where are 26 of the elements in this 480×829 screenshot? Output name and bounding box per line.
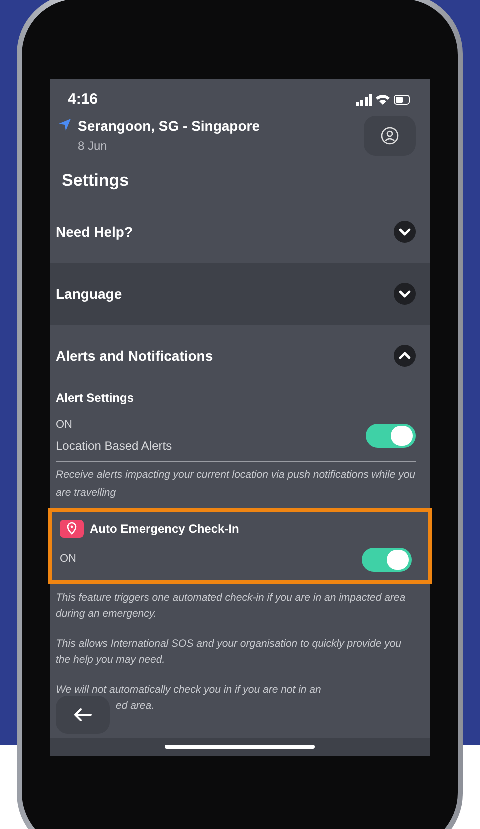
toggle-switch[interactable]: [366, 424, 416, 448]
info-paragraph: This feature triggers one automated check-in if you are in an impacted area during an emergency.: [56, 590, 407, 622]
back-button[interactable]: [56, 696, 110, 734]
chevron-down-icon: [394, 221, 416, 243]
setting-note: Receive alerts impacting your current location via push notifications while you are travelling: [56, 468, 416, 500]
back-arrow-icon: [74, 708, 92, 722]
profile-button[interactable]: [364, 116, 416, 156]
location-date: 8 Jun: [78, 138, 108, 154]
info-paragraph: This allows International SOS and your organisation to quickly provide you the help you may need.: [56, 636, 403, 668]
toggle-switch[interactable]: [362, 548, 412, 572]
setting-title: Auto Emergency Check-In: [90, 520, 240, 538]
toggle-state-text: ON: [60, 552, 76, 568]
accordion-header[interactable]: Language: [50, 263, 430, 325]
status-time: 4:16: [68, 90, 98, 110]
page-title: Settings: [61, 170, 130, 192]
location-arrow-icon: [58, 118, 72, 132]
setting-label: Location Based Alerts: [56, 438, 172, 454]
chevron-up-icon: [394, 345, 416, 367]
user-icon: [381, 126, 399, 144]
location-name: Serangoon, SG - Singapore: [78, 116, 260, 136]
chevron-down-icon: [394, 283, 416, 305]
status-icons: [356, 94, 412, 106]
info-paragraph: We will not automatically check you in if you are not in an: [56, 682, 322, 698]
info-paragraph: ed area.: [116, 698, 155, 714]
toggle-state-text: ON: [56, 418, 74, 433]
section-heading: Alert Settings: [56, 390, 136, 407]
